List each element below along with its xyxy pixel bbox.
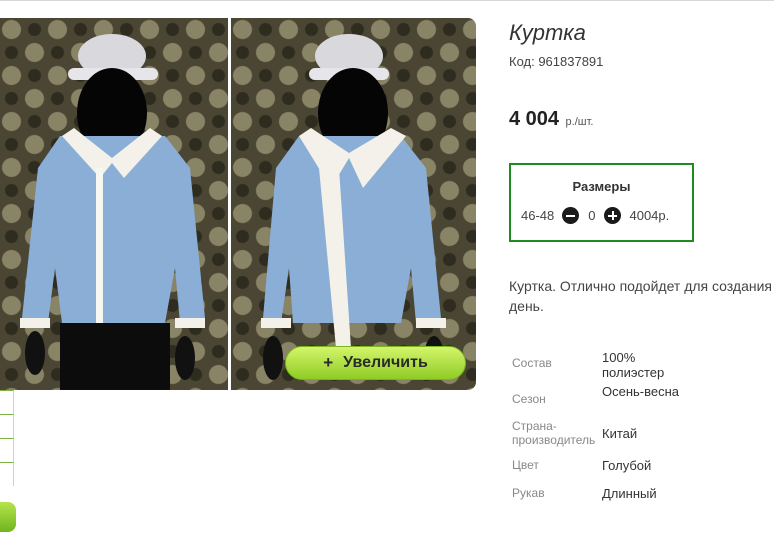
size-row: 46-48 0 4004р. <box>521 207 669 224</box>
product-description: Куртка. Отлично подойдет для создания де… <box>509 278 772 314</box>
minus-icon[interactable] <box>562 207 580 224</box>
left-thumbnail-strip <box>0 390 16 536</box>
attribute-key: Цвет <box>512 458 539 472</box>
product-photo-side[interactable] <box>231 18 476 390</box>
attribute-key: Рукав <box>512 486 545 500</box>
price-unit: р./шт. <box>565 116 594 128</box>
side-green-button[interactable] <box>0 502 16 532</box>
product-code: Код: 961837891 <box>509 54 604 69</box>
zoom-button-label: Увеличить <box>343 354 428 371</box>
product-title: Куртка <box>509 20 586 45</box>
thumbnail-slot[interactable] <box>0 390 14 414</box>
jacket-front-image <box>20 34 205 390</box>
attribute-value: Осень-весна <box>602 384 680 399</box>
attribute-value: Китай <box>602 426 638 441</box>
jacket-side-image <box>261 34 446 380</box>
sizes-panel: Размеры 46-48 0 4004р. <box>509 163 694 242</box>
attribute-key: Сезон <box>512 392 546 406</box>
thumbnail-slot[interactable] <box>0 462 14 486</box>
attribute-value: 100% полиэстер <box>602 350 665 380</box>
size-price: 4004р. <box>629 208 670 223</box>
attribute-value: Голубой <box>602 458 652 473</box>
top-divider <box>0 0 774 1</box>
zoom-button[interactable]: + Увеличить <box>285 346 466 380</box>
attribute-value: Длинный <box>602 486 657 501</box>
quantity-value[interactable]: 0 <box>588 208 595 223</box>
size-value: 46-48 <box>521 208 555 223</box>
price-value: 4 004 <box>509 108 560 130</box>
product-photo-front[interactable] <box>0 18 228 390</box>
attribute-key: Страна-производитель <box>512 419 596 447</box>
product-price: 4 004 р./шт. <box>509 108 593 131</box>
attribute-key: Состав <box>512 356 552 370</box>
plus-icon: + <box>323 353 334 372</box>
thumbnail-slot[interactable] <box>0 438 14 462</box>
thumbnail-slot[interactable] <box>0 414 14 438</box>
sizes-heading: Размеры <box>572 179 631 194</box>
plus-circle-icon[interactable] <box>604 207 622 224</box>
